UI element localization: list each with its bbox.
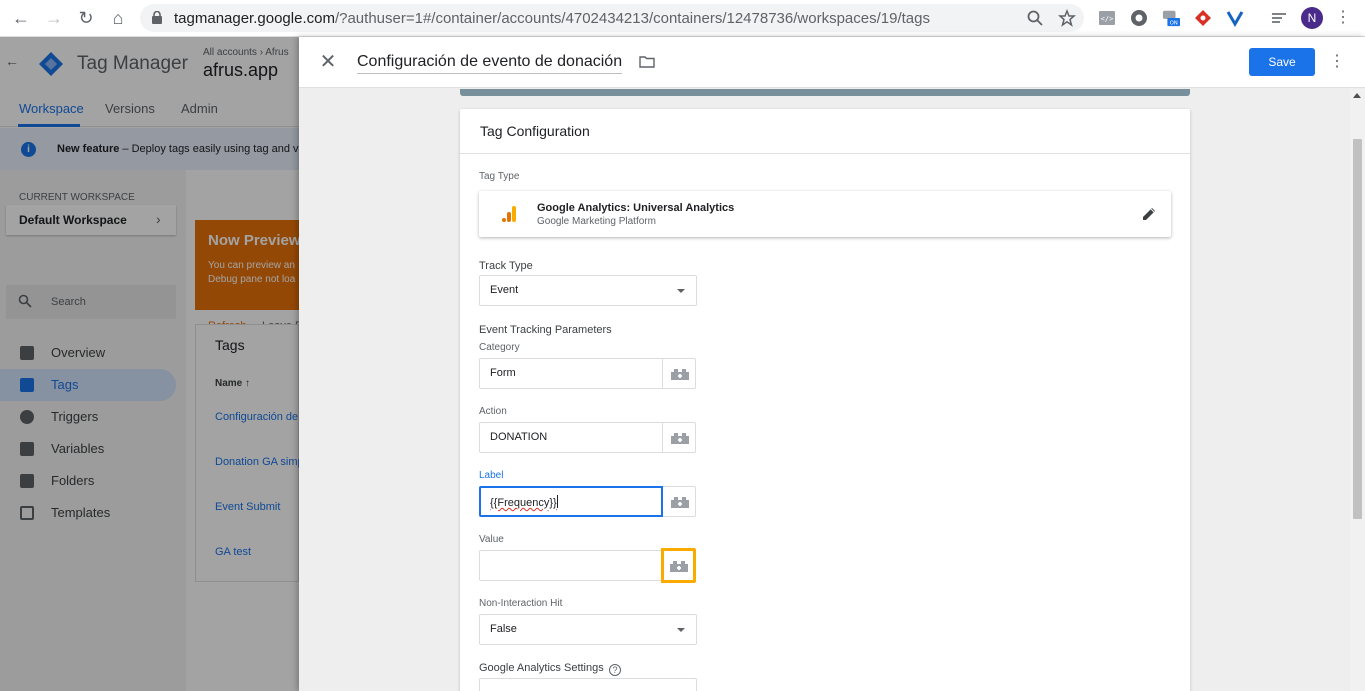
label-field-text: {{Frequency}}	[490, 497, 557, 509]
tag-editor-panel: ✕ Configuración de evento de donación Sa…	[299, 37, 1365, 691]
label-label: Label	[479, 470, 504, 481]
url-text: tagmanager.google.com/?authuser=1#/conta…	[174, 10, 930, 27]
back-icon[interactable]: ←	[10, 7, 32, 29]
non-interaction-label: Non-Interaction Hit	[479, 598, 563, 609]
tag-header-strip	[460, 89, 1190, 96]
card-title: Tag Configuration	[480, 123, 590, 139]
svg-text:ON: ON	[1170, 20, 1178, 26]
dropdown-arrow-icon	[677, 289, 685, 293]
browser-menu-icon[interactable]: ⋮	[1333, 7, 1353, 29]
svg-text:</>: </>	[1101, 15, 1114, 23]
red-diamond-extension-icon[interactable]	[1194, 9, 1212, 27]
url-host: tagmanager.google.com	[174, 10, 335, 27]
variable-brick-icon	[671, 497, 689, 508]
v-extension-icon[interactable]	[1226, 9, 1244, 27]
tag-assistant-extension-icon[interactable]: ON	[1162, 9, 1180, 27]
more-options-icon[interactable]: ⋮	[1329, 51, 1345, 73]
field-value: {{Frequency}}	[490, 495, 558, 509]
google-analytics-icon	[502, 206, 516, 222]
ga-settings-select[interactable]	[479, 678, 697, 691]
reload-icon[interactable]: ↻	[75, 7, 97, 29]
tag-type-label: Tag Type	[479, 171, 520, 182]
home-icon[interactable]: ⌂	[107, 7, 129, 29]
category-field[interactable]: Form	[479, 358, 663, 389]
save-button[interactable]: Save	[1249, 48, 1315, 76]
help-icon[interactable]: ?	[609, 664, 621, 676]
select-value: False	[490, 623, 517, 635]
ga-settings-label: Google Analytics Settings	[479, 662, 604, 674]
label-field[interactable]: {{Frequency}}	[479, 486, 663, 517]
category-label: Category	[479, 342, 520, 353]
browser-toolbar: ← → ↻ ⌂ tagmanager.google.com/?authuser=…	[0, 0, 1365, 37]
variable-picker-button[interactable]	[663, 358, 696, 389]
track-type-select[interactable]: Event	[479, 275, 697, 306]
text-caret	[556, 495, 558, 508]
action-label: Action	[479, 406, 507, 417]
close-icon[interactable]: ✕	[317, 51, 339, 73]
tag-type-selector[interactable]: Google Analytics: Universal Analytics Go…	[479, 191, 1171, 237]
scrollbar-thumb[interactable]	[1353, 139, 1362, 519]
profile-avatar[interactable]: N	[1301, 7, 1323, 29]
non-interaction-select[interactable]: False	[479, 614, 697, 645]
circle-extension-icon[interactable]	[1130, 9, 1148, 27]
tag-type-subtitle: Google Marketing Platform	[537, 216, 656, 227]
variable-brick-icon	[670, 561, 688, 572]
tag-configuration-card: Tag Configuration Tag Type Google Analyt…	[460, 109, 1190, 691]
action-field[interactable]: DONATION	[479, 422, 663, 453]
divider	[460, 153, 1190, 154]
devtools-extension-icon[interactable]: </>	[1098, 9, 1116, 27]
variable-picker-button[interactable]	[663, 422, 696, 453]
track-type-label: Track Type	[479, 260, 533, 272]
folder-icon[interactable]	[639, 55, 655, 68]
reading-list-icon[interactable]	[1270, 9, 1288, 27]
tag-name-input[interactable]: Configuración de evento de donación	[357, 53, 623, 74]
address-bar[interactable]: tagmanager.google.com/?authuser=1#/conta…	[140, 4, 1084, 32]
value-label: Value	[479, 534, 504, 545]
forward-icon[interactable]: →	[43, 7, 65, 29]
variable-picker-button-highlighted[interactable]	[661, 548, 696, 583]
lock-icon	[152, 11, 162, 24]
field-value: Form	[490, 367, 516, 379]
field-value: DONATION	[490, 431, 548, 443]
bookmark-star-icon[interactable]	[1058, 9, 1076, 27]
scroll-up-arrow-icon[interactable]	[1353, 93, 1361, 98]
panel-header: ✕ Configuración de evento de donación Sa…	[299, 37, 1365, 88]
url-path: /?authuser=1#/container/accounts/4702434…	[334, 10, 930, 27]
variable-brick-icon	[671, 369, 689, 380]
modal-scrim[interactable]	[0, 37, 299, 691]
variable-picker-button[interactable]	[663, 486, 696, 517]
event-params-heading: Event Tracking Parameters	[479, 324, 612, 336]
value-field[interactable]	[479, 550, 663, 581]
panel-scrollbar[interactable]	[1350, 89, 1365, 691]
dropdown-arrow-icon	[677, 628, 685, 632]
variable-brick-icon	[671, 433, 689, 444]
pencil-edit-icon[interactable]	[1140, 205, 1158, 223]
zoom-icon[interactable]	[1026, 9, 1044, 27]
tag-type-name: Google Analytics: Universal Analytics	[537, 202, 735, 214]
select-value: Event	[490, 284, 519, 296]
